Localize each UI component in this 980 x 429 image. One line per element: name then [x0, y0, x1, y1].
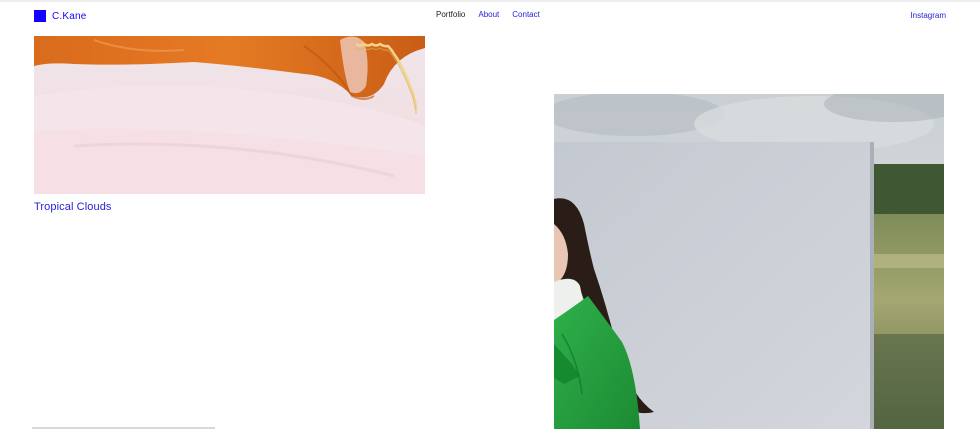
top-divider	[0, 0, 980, 2]
brand-logo-link[interactable]: C.Kane	[34, 10, 87, 22]
nav-item-portfolio[interactable]: Portfolio	[436, 10, 465, 19]
nav-item-about[interactable]: About	[478, 10, 499, 19]
instagram-link[interactable]: Instagram	[910, 11, 946, 20]
project-image-green-jacket[interactable]	[554, 94, 944, 429]
project-image-tropical-clouds[interactable]	[34, 36, 425, 194]
nav-item-contact[interactable]: Contact	[512, 10, 540, 19]
brand-name: C.Kane	[52, 10, 87, 22]
brand-square-icon	[34, 10, 46, 22]
top-navigation-bar: C.Kane Portfolio About Contact Instagram	[0, 0, 980, 34]
green-jacket-portrait-photo	[554, 94, 944, 429]
project-title-tropical-clouds[interactable]: Tropical Clouds	[34, 201, 112, 213]
main-nav: Portfolio About Contact	[436, 10, 540, 19]
bedroom-phone-photo	[34, 36, 425, 194]
